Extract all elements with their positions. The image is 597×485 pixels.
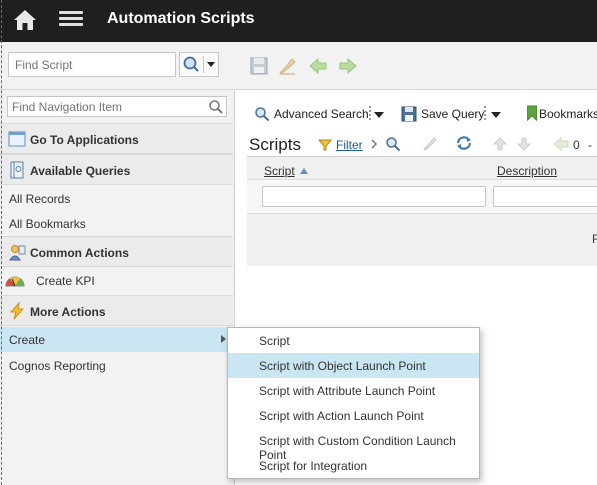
nav-more-actions[interactable]: More Actions bbox=[0, 295, 233, 326]
menu-item-script-attribute-launch-point[interactable]: Script with Attribute Launch Point bbox=[228, 378, 479, 403]
filter-row bbox=[247, 179, 597, 214]
clear-filter-icon[interactable] bbox=[422, 137, 438, 151]
find-script-input[interactable] bbox=[8, 52, 176, 77]
bookmark-icon bbox=[527, 105, 537, 121]
title-bar: Automation Scripts bbox=[0, 0, 597, 42]
sort-ascending-icon[interactable] bbox=[300, 168, 308, 174]
app-title: Automation Scripts bbox=[107, 10, 255, 27]
separator bbox=[369, 106, 371, 120]
lightning-icon bbox=[9, 302, 25, 320]
save-query-icon bbox=[401, 106, 417, 122]
nav-section-label: Available Queries bbox=[30, 164, 131, 178]
description-filter-input[interactable] bbox=[493, 186, 597, 207]
menu-item-label: Script with Action Launch Point bbox=[259, 409, 424, 423]
nav-section-label: More Actions bbox=[30, 305, 106, 319]
search-split-button[interactable] bbox=[179, 52, 219, 77]
selection-edge bbox=[1, 0, 2, 485]
results-table: Script Description F bbox=[247, 156, 597, 266]
submenu-arrow-icon bbox=[221, 335, 226, 343]
column-header-script[interactable]: Script bbox=[264, 164, 295, 178]
nav-common-actions[interactable]: Common Actions bbox=[0, 236, 233, 267]
menu-item-script-object-launch-point[interactable]: Script with Object Launch Point bbox=[228, 353, 479, 378]
bookmarks-button[interactable]: Bookmarks bbox=[539, 107, 597, 121]
separator bbox=[484, 106, 486, 120]
row-count: 0 bbox=[573, 138, 580, 152]
nav-all-bookmarks[interactable]: All Bookmarks bbox=[9, 217, 86, 231]
nav-create[interactable]: Create bbox=[0, 327, 233, 352]
left-navigation: Go To Applications Available Queries All… bbox=[0, 90, 235, 485]
nav-create-kpi[interactable]: Create KPI bbox=[0, 273, 233, 293]
create-submenu: Script Script with Object Launch Point S… bbox=[227, 327, 480, 479]
list-action-bar: Advanced Search Save Query Bookmarks bbox=[236, 90, 597, 134]
table-footer-text: F bbox=[592, 232, 597, 246]
list-title: Scripts bbox=[249, 135, 301, 154]
menu-item-label: Script for Integration bbox=[259, 459, 368, 473]
filter-link[interactable]: Filter bbox=[336, 138, 363, 152]
home-icon[interactable] bbox=[12, 8, 38, 32]
nav-section-label: Go To Applications bbox=[30, 133, 139, 147]
row-count-separator: - bbox=[588, 138, 592, 152]
clear-changes-icon[interactable] bbox=[277, 56, 297, 76]
menu-item-script-action-launch-point[interactable]: Script with Action Launch Point bbox=[228, 403, 479, 428]
arrow-down-icon[interactable] bbox=[517, 137, 531, 151]
hamburger-menu-icon[interactable] bbox=[59, 8, 83, 30]
gauge-icon bbox=[5, 276, 25, 287]
nav-link-label: Create bbox=[9, 333, 46, 347]
save-query-button[interactable]: Save Query bbox=[421, 107, 484, 121]
nav-section-label: Common Actions bbox=[30, 246, 129, 260]
main-toolbar bbox=[0, 42, 597, 90]
menu-item-label: Script with Object Launch Point bbox=[259, 359, 426, 373]
nav-link-label: Create KPI bbox=[36, 274, 95, 288]
search-icon[interactable] bbox=[208, 99, 224, 115]
search-icon[interactable] bbox=[385, 136, 401, 152]
menu-item-script-custom-condition-launch-point[interactable]: Script with Custom Condition Launch Poin… bbox=[228, 428, 479, 462]
filter-icon[interactable] bbox=[318, 139, 332, 151]
application-window-icon bbox=[8, 131, 26, 147]
menu-item-label: Script bbox=[259, 334, 290, 348]
menu-item-label: Script with Attribute Launch Point bbox=[259, 384, 436, 398]
menu-item-script-for-integration[interactable]: Script for Integration bbox=[228, 453, 479, 478]
find-navigation-item-input[interactable] bbox=[7, 96, 227, 117]
previous-record-icon[interactable] bbox=[308, 56, 328, 76]
chevron-right-icon[interactable] bbox=[369, 138, 379, 150]
query-book-icon bbox=[10, 161, 24, 179]
nav-go-to-applications[interactable]: Go To Applications bbox=[0, 123, 233, 154]
column-header-description[interactable]: Description bbox=[497, 164, 557, 178]
nav-cognos-reporting[interactable]: Cognos Reporting bbox=[9, 359, 106, 373]
refresh-icon[interactable] bbox=[455, 135, 473, 151]
advanced-search-button[interactable]: Advanced Search bbox=[274, 107, 369, 121]
common-actions-icon bbox=[9, 245, 26, 261]
menu-item-script[interactable]: Script bbox=[228, 328, 479, 353]
arrow-up-icon[interactable] bbox=[493, 137, 507, 151]
script-filter-input[interactable] bbox=[262, 186, 486, 207]
previous-page-icon[interactable] bbox=[553, 137, 569, 151]
nav-all-records[interactable]: All Records bbox=[9, 192, 70, 206]
save-icon[interactable] bbox=[249, 56, 269, 76]
chevron-down-icon[interactable] bbox=[374, 112, 384, 118]
search-icon[interactable] bbox=[180, 53, 220, 76]
advanced-search-icon bbox=[255, 107, 270, 122]
chevron-down-icon[interactable] bbox=[491, 112, 501, 118]
next-record-icon[interactable] bbox=[338, 56, 358, 76]
nav-available-queries[interactable]: Available Queries bbox=[0, 154, 233, 185]
